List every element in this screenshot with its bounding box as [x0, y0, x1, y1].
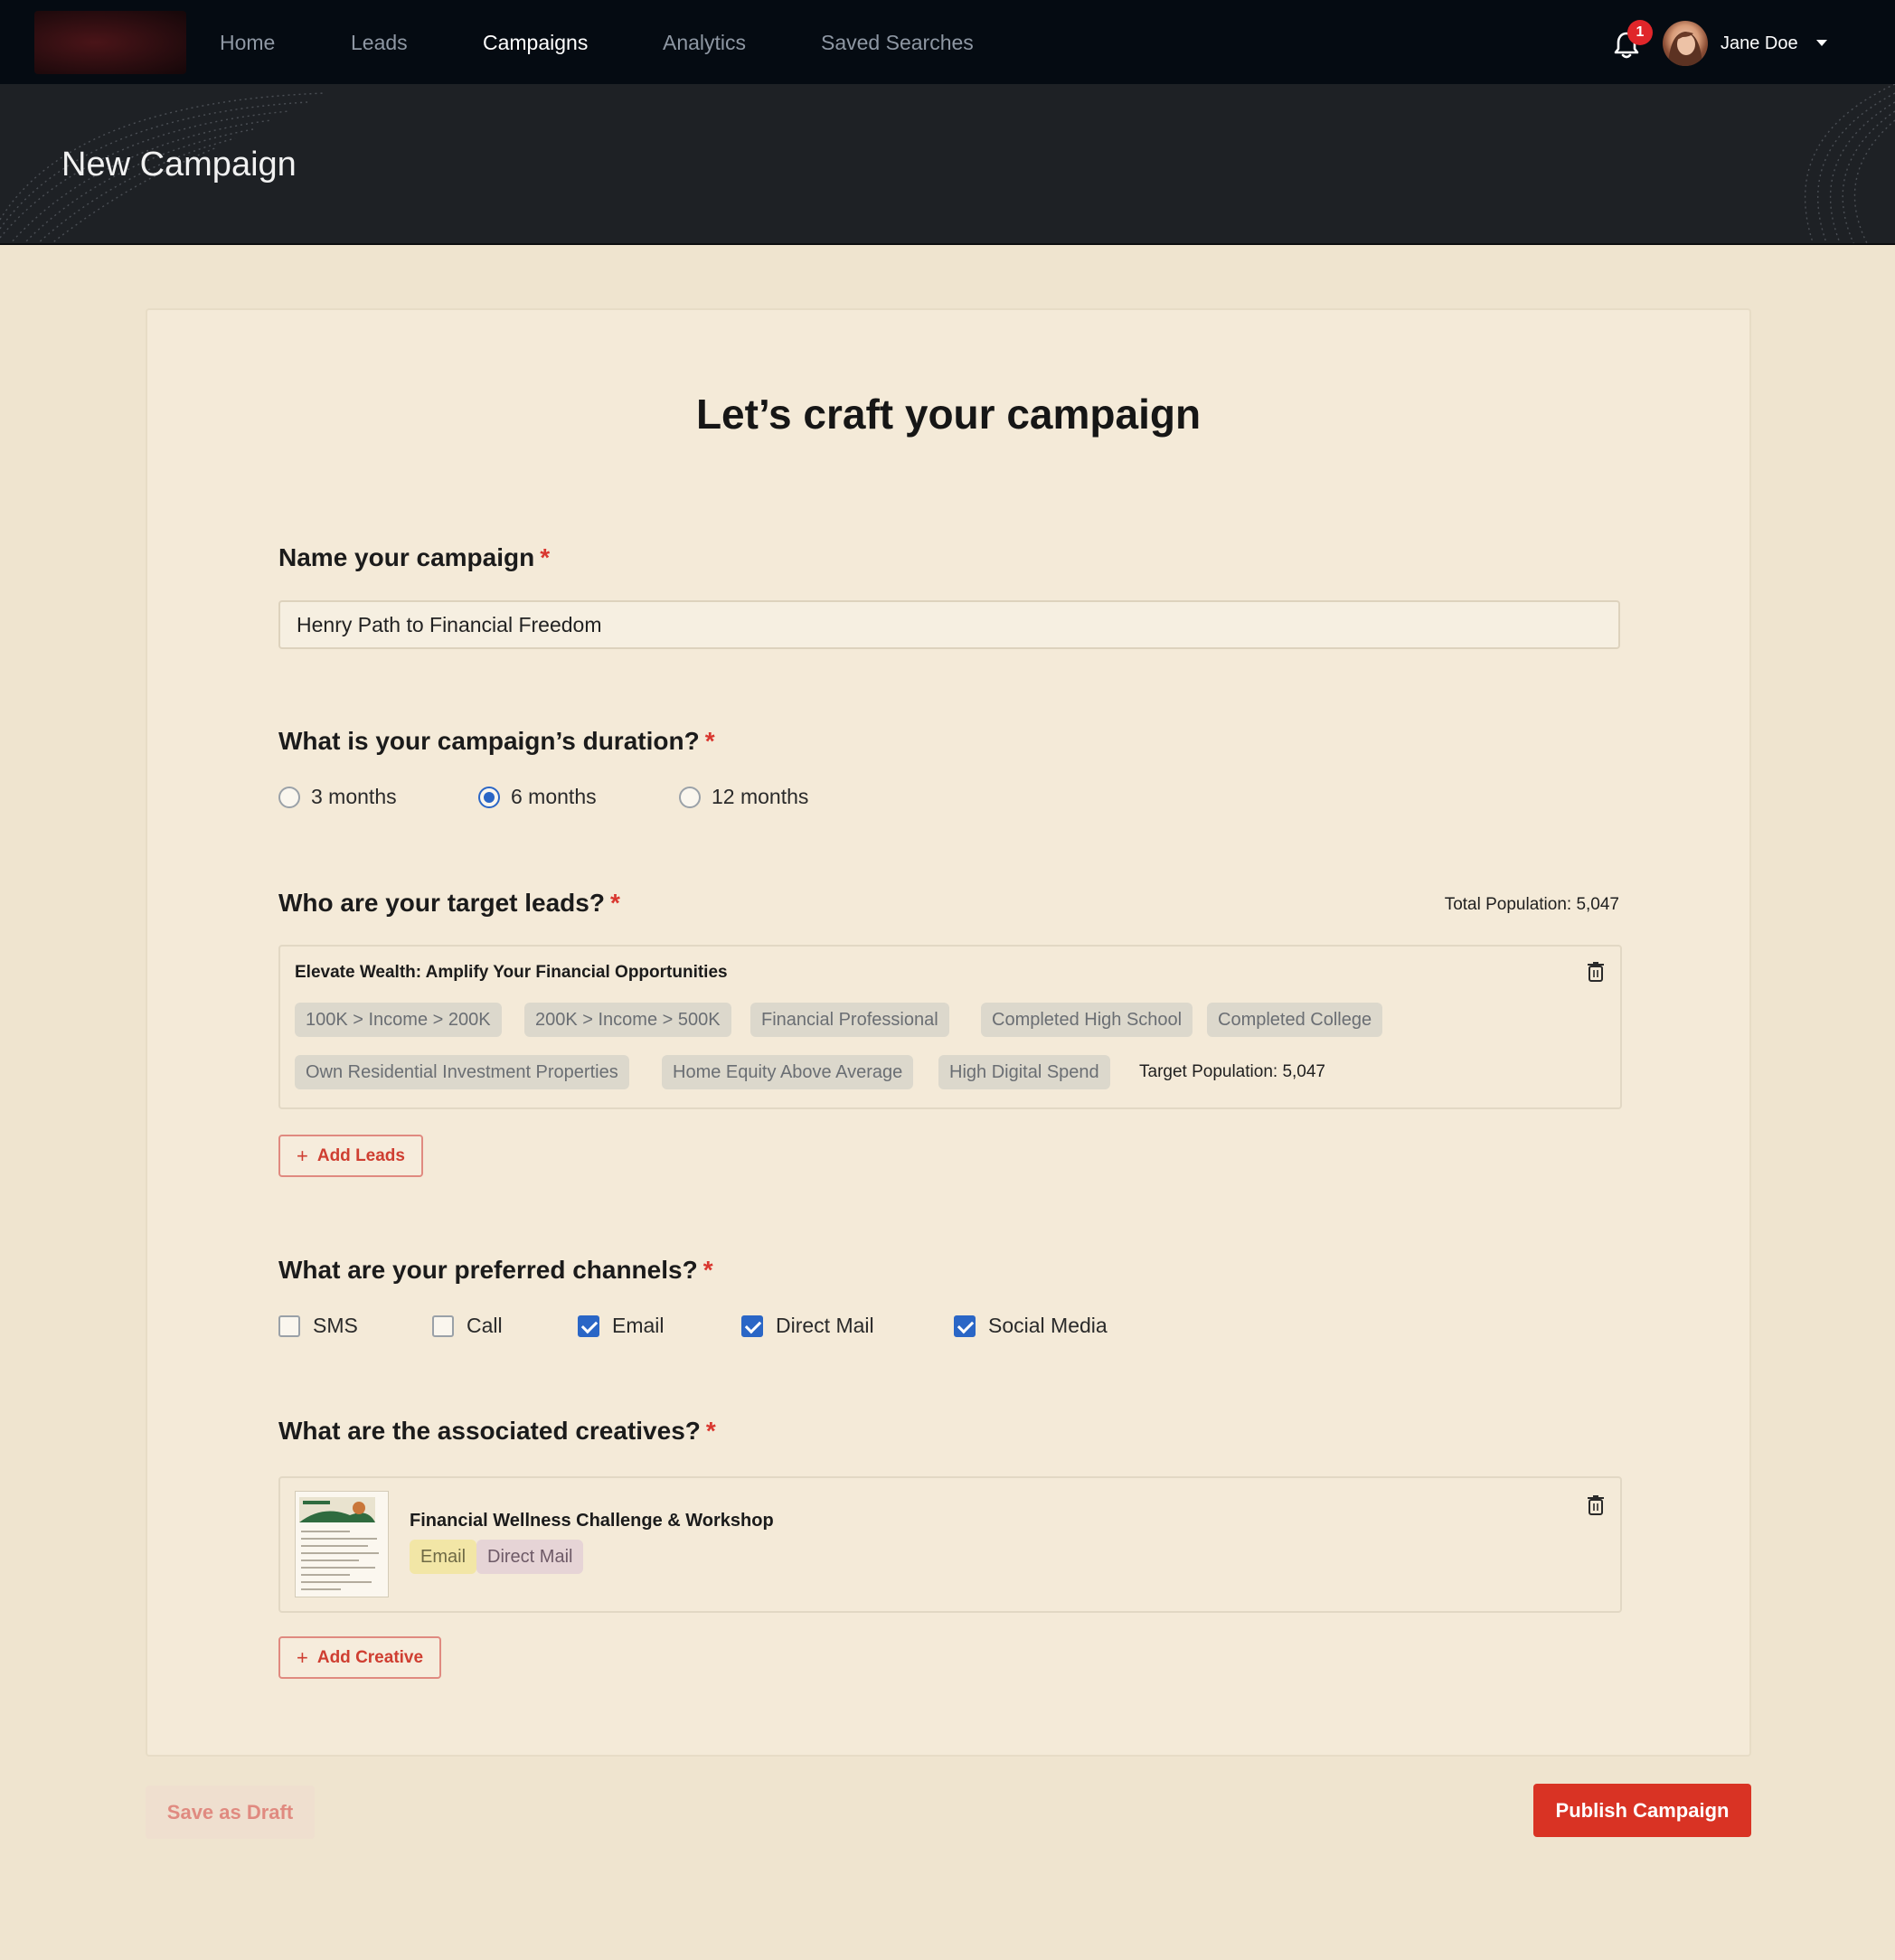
form-heading: Let’s craft your campaign [695, 391, 1202, 438]
required-asterisk: * [705, 1417, 716, 1445]
required-asterisk: * [702, 1256, 713, 1284]
nav-home[interactable]: Home [220, 31, 275, 55]
lead-tag: Completed College [1207, 1003, 1383, 1037]
duration-option-6-months[interactable]: 6 months [478, 785, 597, 809]
lead-tag: Own Residential Investment Properties [295, 1055, 629, 1089]
trash-icon[interactable] [1587, 961, 1605, 983]
required-asterisk: * [540, 543, 551, 571]
campaign-form-card: Let’s craft your campaign Name your camp… [146, 308, 1751, 1757]
checkbox-checked[interactable] [578, 1315, 599, 1337]
lead-tag: High Digital Spend [938, 1055, 1110, 1089]
lead-tag: 100K > Income > 200K [295, 1003, 502, 1037]
required-asterisk: * [704, 727, 715, 755]
required-asterisk: * [609, 889, 620, 917]
channel-social-media[interactable]: Social Media [954, 1314, 1108, 1338]
checkbox-checked[interactable] [954, 1315, 976, 1337]
plus-icon: + [297, 1645, 308, 1669]
channels-label: What are your preferred channels? * [278, 1256, 713, 1284]
creative-channel-tag: Email [410, 1540, 477, 1574]
lead-segment-card: Elevate Wealth: Amplify Your Financial O… [278, 945, 1622, 1109]
nav-saved-searches[interactable]: Saved Searches [821, 31, 974, 55]
radio-button[interactable] [679, 786, 701, 808]
target-population: Target Population: 5,047 [1139, 1062, 1325, 1081]
lead-tag: Financial Professional [750, 1003, 949, 1037]
segment-title: Elevate Wealth: Amplify Your Financial O… [295, 963, 728, 982]
notification-badge: 1 [1627, 20, 1653, 45]
campaign-name-input[interactable]: Henry Path to Financial Freedom [278, 600, 1620, 649]
creatives-label: What are the associated creatives? * [278, 1417, 716, 1445]
lead-tag: Completed High School [981, 1003, 1193, 1037]
radio-button[interactable] [278, 786, 300, 808]
add-creative-button[interactable]: + Add Creative [278, 1636, 442, 1679]
checkbox[interactable] [432, 1315, 454, 1337]
channel-call[interactable]: Call [432, 1314, 503, 1338]
total-population: Total Population: 5,047 [1444, 895, 1619, 914]
creative-title: Financial Wellness Challenge & Workshop [410, 1511, 774, 1531]
creative-channel-tag: Direct Mail [476, 1540, 584, 1574]
creative-thumbnail[interactable] [295, 1491, 389, 1597]
chevron-down-icon[interactable] [1816, 40, 1827, 46]
duration-option-12-months[interactable]: 12 months [679, 785, 808, 809]
brand-logo[interactable] [34, 11, 186, 74]
channel-direct-mail[interactable]: Direct Mail [741, 1314, 874, 1338]
nav-leads[interactable]: Leads [351, 31, 408, 55]
trash-icon[interactable] [1587, 1494, 1605, 1516]
add-leads-button[interactable]: + Add Leads [278, 1135, 423, 1177]
checkbox-checked[interactable] [741, 1315, 763, 1337]
lead-tag: Home Equity Above Average [662, 1055, 914, 1089]
nav-analytics[interactable]: Analytics [663, 31, 746, 55]
campaign-name-label: Name your campaign * [278, 543, 551, 571]
save-draft-button[interactable]: Save as Draft [146, 1786, 315, 1839]
publish-campaign-button[interactable]: Publish Campaign [1533, 1784, 1751, 1837]
lead-tag: 200K > Income > 500K [524, 1003, 731, 1037]
avatar[interactable] [1663, 21, 1708, 66]
duration-label: What is your campaign’s duration? * [278, 727, 715, 755]
creative-card: Financial Wellness Challenge & Workshop … [278, 1476, 1622, 1613]
nav-campaigns[interactable]: Campaigns [483, 31, 588, 55]
page-title: New Campaign [61, 146, 297, 184]
plus-icon: + [297, 1144, 308, 1167]
channel-sms[interactable]: SMS [278, 1314, 358, 1338]
radio-button-selected[interactable] [478, 786, 500, 808]
target-leads-label: Who are your target leads? * [278, 889, 620, 917]
user-name[interactable]: Jane Doe [1721, 33, 1798, 54]
page-header: New Campaign [0, 84, 1895, 245]
duration-option-3-months[interactable]: 3 months [278, 785, 397, 809]
decorative-wave-right [1804, 84, 1895, 243]
channel-email[interactable]: Email [578, 1314, 665, 1338]
top-nav: Home Leads Campaigns Analytics Saved Sea… [0, 0, 1895, 84]
checkbox[interactable] [278, 1315, 300, 1337]
